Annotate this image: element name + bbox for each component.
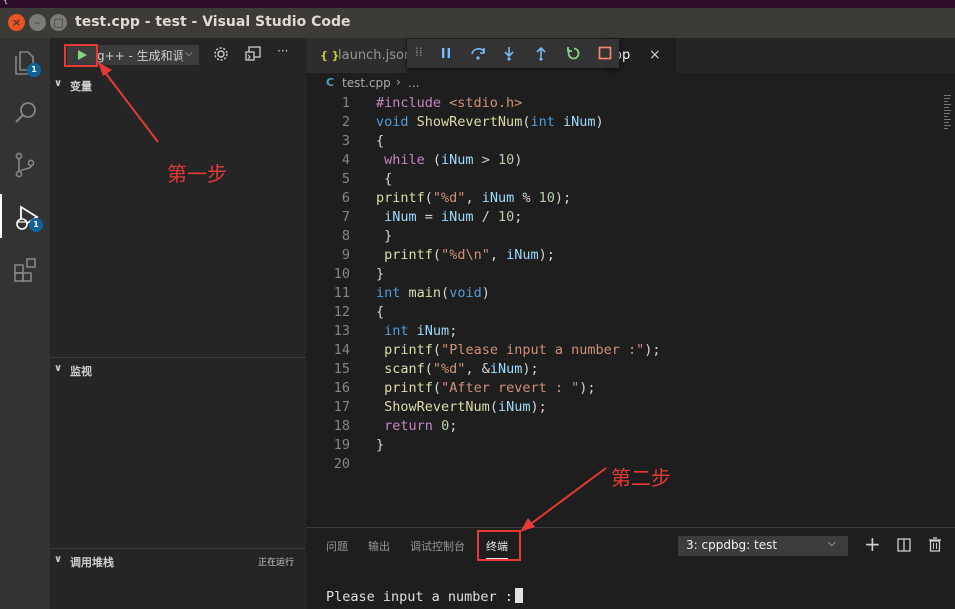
annotation-arrows [98, 62, 607, 532]
annotation-step1: 第一步 [167, 162, 227, 186]
annotation-step2: 第二步 [611, 466, 671, 490]
